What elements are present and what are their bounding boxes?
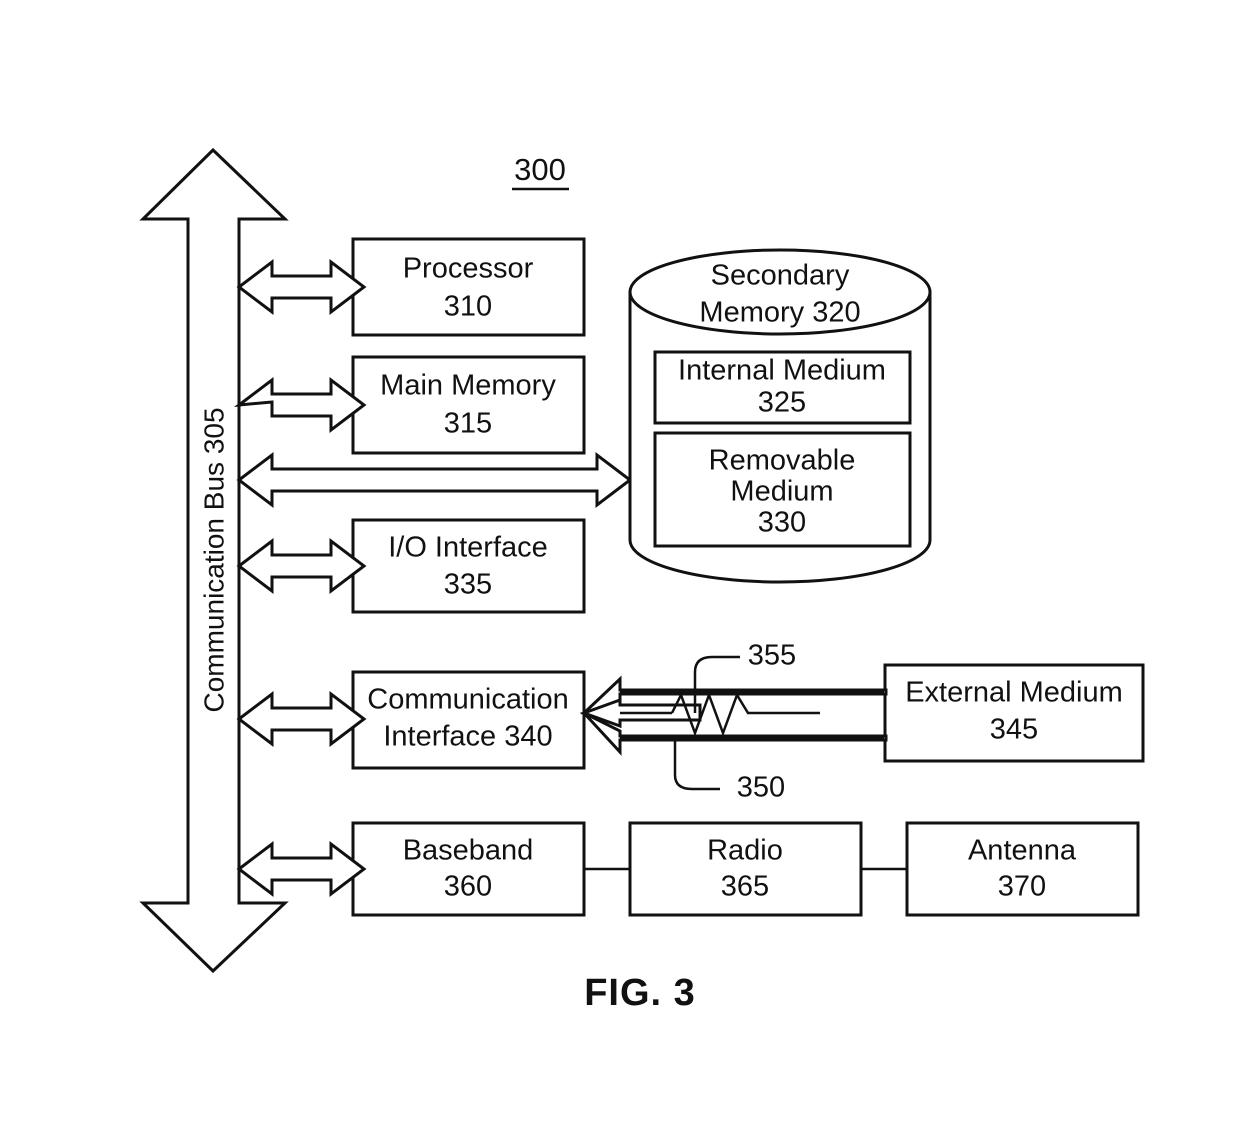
- communication-interface-title: Communication: [367, 684, 568, 716]
- system-number: 300: [514, 152, 566, 187]
- removable-medium-title-line1: Removable: [709, 445, 856, 477]
- bus-processor-connector: [236, 258, 367, 316]
- external-medium-links: 355 350: [579, 640, 888, 804]
- antenna-block: Antenna 370: [905, 821, 1140, 917]
- figure-container: Communication Bus 305 300 Processor 310 …: [0, 0, 1240, 1127]
- figure-caption: FIG. 3: [584, 972, 696, 1014]
- label-350: 350: [737, 772, 785, 804]
- communication-interface-block: Communication Interface 340: [351, 670, 586, 770]
- antenna-title: Antenna: [968, 835, 1077, 867]
- main-memory-block: Main Memory 315: [351, 355, 586, 455]
- external-medium-title: External Medium: [905, 677, 1123, 709]
- bus-communication-interface-connector: [236, 690, 367, 748]
- label-355: 355: [748, 640, 796, 672]
- leader-line-350: [673, 740, 720, 791]
- baseband-block: Baseband 360: [351, 821, 586, 917]
- communication-bus-label: Communication Bus 305: [198, 407, 229, 712]
- antenna-reference: 370: [998, 871, 1046, 903]
- external-medium-block: External Medium 345: [883, 663, 1145, 763]
- removable-medium-block: Removable Medium 330: [653, 431, 912, 548]
- processor-block: Processor 310: [351, 237, 586, 337]
- io-interface-block: I/O Interface 335: [351, 518, 586, 614]
- baseband-reference: 360: [444, 871, 492, 903]
- secondary-memory-title-line2: Memory 320: [699, 297, 860, 329]
- baseband-title: Baseband: [403, 835, 534, 867]
- external-medium-reference: 345: [990, 714, 1038, 746]
- internal-medium-title: Internal Medium: [678, 355, 886, 387]
- main-memory-title: Main Memory: [380, 370, 556, 402]
- system-number-group: 300: [512, 152, 569, 191]
- secondary-memory-title-line1: Secondary: [711, 260, 850, 292]
- processor-title: Processor: [403, 253, 534, 285]
- io-interface-reference: 335: [444, 569, 492, 601]
- internal-medium-reference: 325: [758, 387, 806, 419]
- patent-figure-diagram: Communication Bus 305 300 Processor 310 …: [139, 147, 1145, 1014]
- secondary-memory-cylinder: Secondary Memory 320 Internal Medium 325…: [628, 248, 932, 584]
- main-memory-reference: 315: [444, 408, 492, 440]
- removable-medium-reference: 330: [758, 507, 806, 539]
- radio-title: Radio: [707, 835, 783, 867]
- bus-main-memory-connector: [233, 376, 367, 434]
- communication-interface-reference: Interface 340: [383, 721, 552, 753]
- removable-medium-title-line2: Medium: [730, 476, 833, 508]
- radio-reference: 365: [721, 871, 769, 903]
- internal-medium-block: Internal Medium 325: [653, 350, 912, 425]
- processor-reference: 310: [444, 291, 492, 323]
- bus-secondary-memory-connector: [236, 451, 633, 509]
- bus-baseband-connector: [236, 840, 367, 898]
- radio-block: Radio 365: [628, 821, 863, 917]
- bus-io-interface-connector: [236, 537, 367, 595]
- io-interface-title: I/O Interface: [388, 532, 548, 564]
